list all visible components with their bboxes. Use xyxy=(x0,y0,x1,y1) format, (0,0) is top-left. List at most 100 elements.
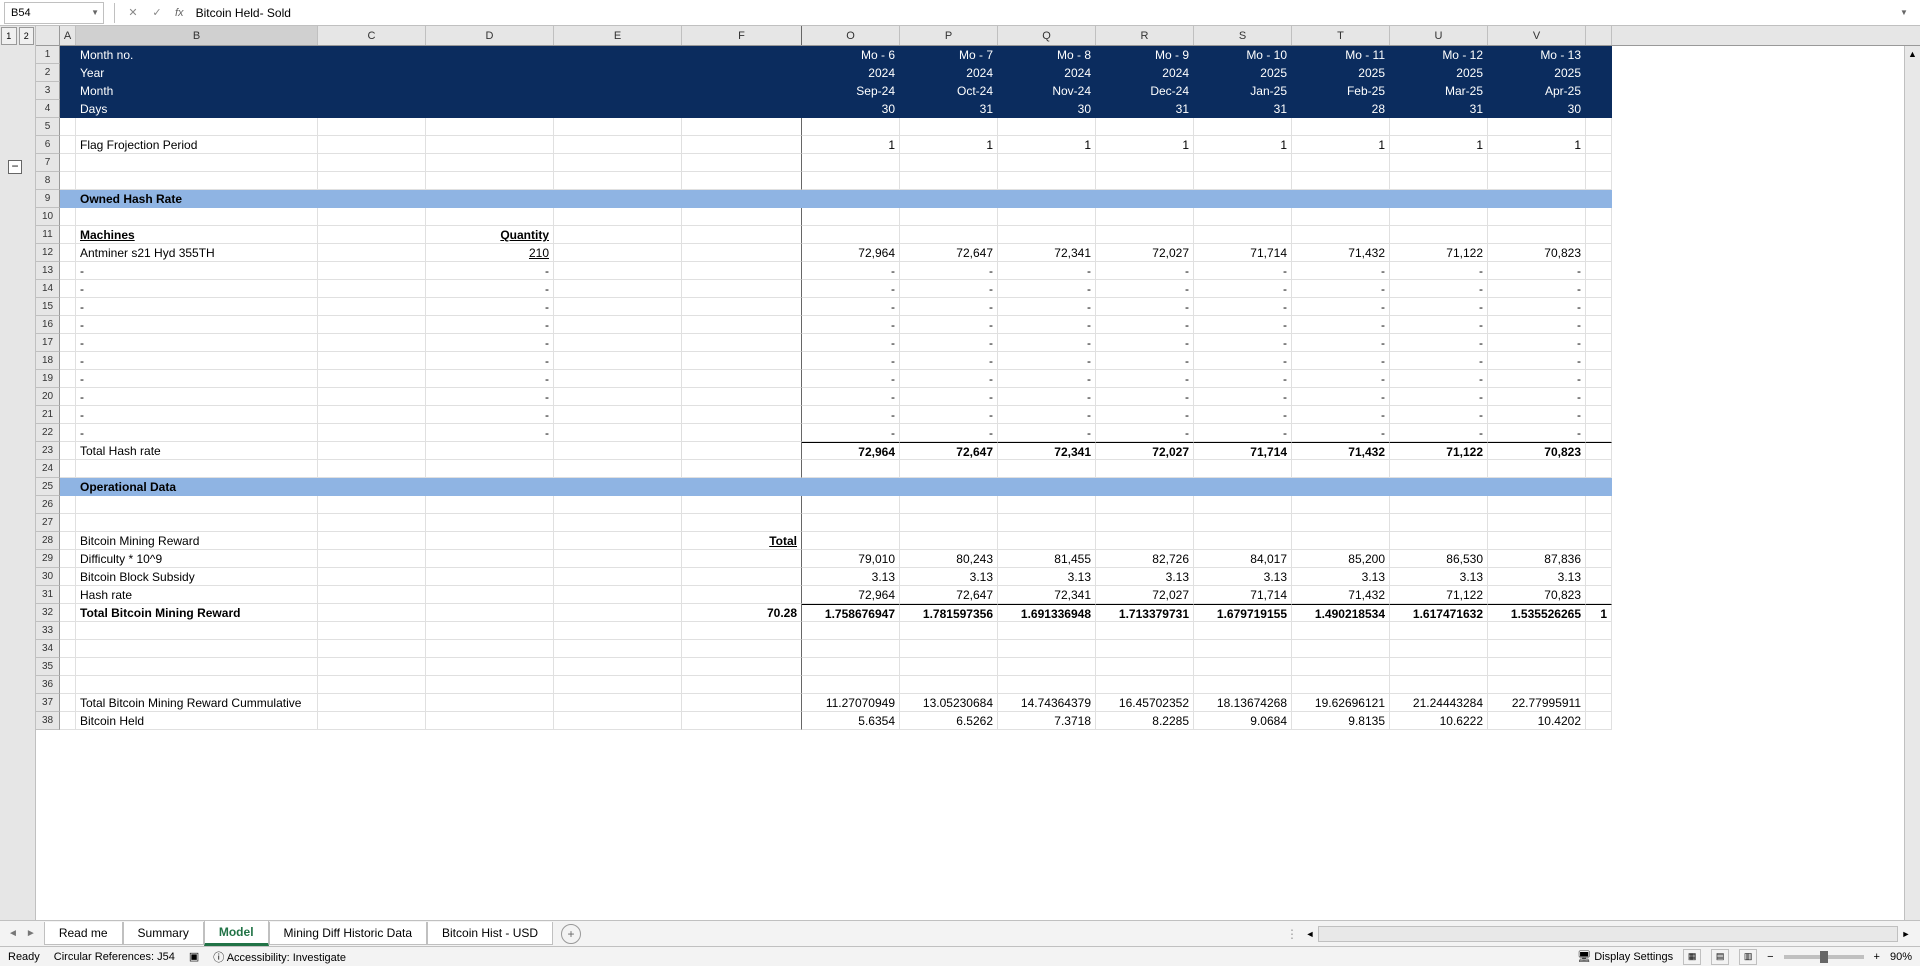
cell[interactable] xyxy=(426,640,554,658)
normal-view-icon[interactable]: ▦ xyxy=(1683,949,1701,965)
cell[interactable]: - xyxy=(1488,280,1586,298)
cell[interactable] xyxy=(682,442,802,460)
cell[interactable] xyxy=(554,46,682,64)
cell[interactable]: - xyxy=(900,370,998,388)
cell[interactable] xyxy=(1488,118,1586,136)
cell[interactable]: - xyxy=(426,262,554,280)
cell[interactable] xyxy=(802,514,900,532)
cell[interactable]: - xyxy=(1390,406,1488,424)
cell[interactable]: - xyxy=(1390,334,1488,352)
cell[interactable] xyxy=(60,604,76,622)
cell[interactable] xyxy=(1488,226,1586,244)
cell[interactable] xyxy=(318,532,426,550)
cell[interactable]: 1 xyxy=(1292,136,1390,154)
cell[interactable]: - xyxy=(1194,388,1292,406)
cell[interactable]: - xyxy=(76,388,318,406)
cell[interactable]: 31 xyxy=(900,100,998,118)
cell[interactable]: - xyxy=(426,316,554,334)
cell[interactable]: 5.6354 xyxy=(802,712,900,730)
cell[interactable] xyxy=(1194,190,1292,208)
cell[interactable]: 1 xyxy=(1096,136,1194,154)
name-box-dropdown-icon[interactable]: ▼ xyxy=(91,8,99,17)
cell[interactable] xyxy=(1586,172,1612,190)
row-header[interactable]: 22 xyxy=(36,424,60,442)
cell[interactable]: 70,823 xyxy=(1488,442,1586,460)
cell[interactable] xyxy=(1586,226,1612,244)
cell[interactable] xyxy=(60,46,76,64)
cell[interactable] xyxy=(682,712,802,730)
row-header[interactable]: 37 xyxy=(36,694,60,712)
cell[interactable] xyxy=(60,676,76,694)
cell[interactable] xyxy=(554,640,682,658)
tab-nav[interactable]: ◄► xyxy=(0,928,44,939)
cell[interactable] xyxy=(1586,100,1612,118)
cell[interactable]: - xyxy=(802,262,900,280)
cell[interactable]: Mo - 10 xyxy=(1194,46,1292,64)
cell[interactable]: 9.8135 xyxy=(1292,712,1390,730)
cell[interactable] xyxy=(682,478,802,496)
cell[interactable]: 31 xyxy=(1096,100,1194,118)
cell[interactable]: 85,200 xyxy=(1292,550,1390,568)
cell[interactable] xyxy=(1292,496,1390,514)
cell[interactable] xyxy=(318,496,426,514)
row-header[interactable]: 3 xyxy=(36,82,60,100)
cell[interactable] xyxy=(1390,658,1488,676)
tab-readme[interactable]: Read me xyxy=(44,922,123,945)
cell[interactable] xyxy=(554,532,682,550)
cell[interactable]: 11.27070949 xyxy=(802,694,900,712)
cell[interactable] xyxy=(60,208,76,226)
cell[interactable]: 7.3718 xyxy=(998,712,1096,730)
cell[interactable]: Owned Hash Rate xyxy=(76,190,318,208)
cell[interactable]: Nov-24 xyxy=(998,82,1096,100)
cell[interactable]: Month no. xyxy=(76,46,318,64)
cell[interactable] xyxy=(60,244,76,262)
cell[interactable]: Month xyxy=(76,82,318,100)
cell[interactable] xyxy=(682,244,802,262)
row-header[interactable]: 28 xyxy=(36,532,60,550)
zoom-in-icon[interactable]: + xyxy=(1874,951,1880,963)
cell[interactable]: Mo - 11 xyxy=(1292,46,1390,64)
cell[interactable] xyxy=(1194,154,1292,172)
cell[interactable]: 3.13 xyxy=(998,568,1096,586)
cell[interactable]: - xyxy=(998,352,1096,370)
cell[interactable] xyxy=(426,64,554,82)
cell[interactable] xyxy=(1292,676,1390,694)
outline-level-1[interactable]: 1 xyxy=(1,27,17,45)
cell[interactable]: - xyxy=(900,388,998,406)
cell[interactable]: - xyxy=(802,406,900,424)
cell[interactable] xyxy=(1292,622,1390,640)
cell[interactable] xyxy=(318,550,426,568)
cell[interactable] xyxy=(682,370,802,388)
accessibility-status[interactable]: ⓘ Accessibility: Investigate xyxy=(213,949,346,965)
cell[interactable] xyxy=(802,118,900,136)
cell[interactable] xyxy=(1390,226,1488,244)
cell[interactable] xyxy=(1292,190,1390,208)
cell[interactable] xyxy=(1096,658,1194,676)
cell[interactable] xyxy=(1096,622,1194,640)
cell[interactable] xyxy=(1096,496,1194,514)
tab-summary[interactable]: Summary xyxy=(123,922,204,945)
cell[interactable] xyxy=(426,514,554,532)
cell[interactable]: 2024 xyxy=(900,64,998,82)
cell[interactable] xyxy=(426,136,554,154)
cell[interactable] xyxy=(682,262,802,280)
cell[interactable] xyxy=(554,514,682,532)
cell[interactable] xyxy=(1488,172,1586,190)
cell[interactable] xyxy=(60,640,76,658)
cell[interactable]: 72,647 xyxy=(900,586,998,604)
cell[interactable]: Sep-24 xyxy=(802,82,900,100)
cell[interactable]: 1.617471632 xyxy=(1390,604,1488,622)
cell[interactable]: Bitcoin Block Subsidy xyxy=(76,568,318,586)
cell[interactable] xyxy=(1292,532,1390,550)
cell[interactable] xyxy=(1488,190,1586,208)
confirm-icon[interactable]: ✓ xyxy=(149,6,165,19)
cell[interactable]: 81,455 xyxy=(998,550,1096,568)
cell[interactable] xyxy=(1096,154,1194,172)
cell[interactable] xyxy=(318,226,426,244)
cell[interactable] xyxy=(1390,478,1488,496)
cell[interactable]: 1.679719155 xyxy=(1194,604,1292,622)
cell[interactable] xyxy=(1586,424,1612,442)
cell[interactable]: - xyxy=(1096,406,1194,424)
cell[interactable] xyxy=(1586,640,1612,658)
cell[interactable] xyxy=(426,118,554,136)
